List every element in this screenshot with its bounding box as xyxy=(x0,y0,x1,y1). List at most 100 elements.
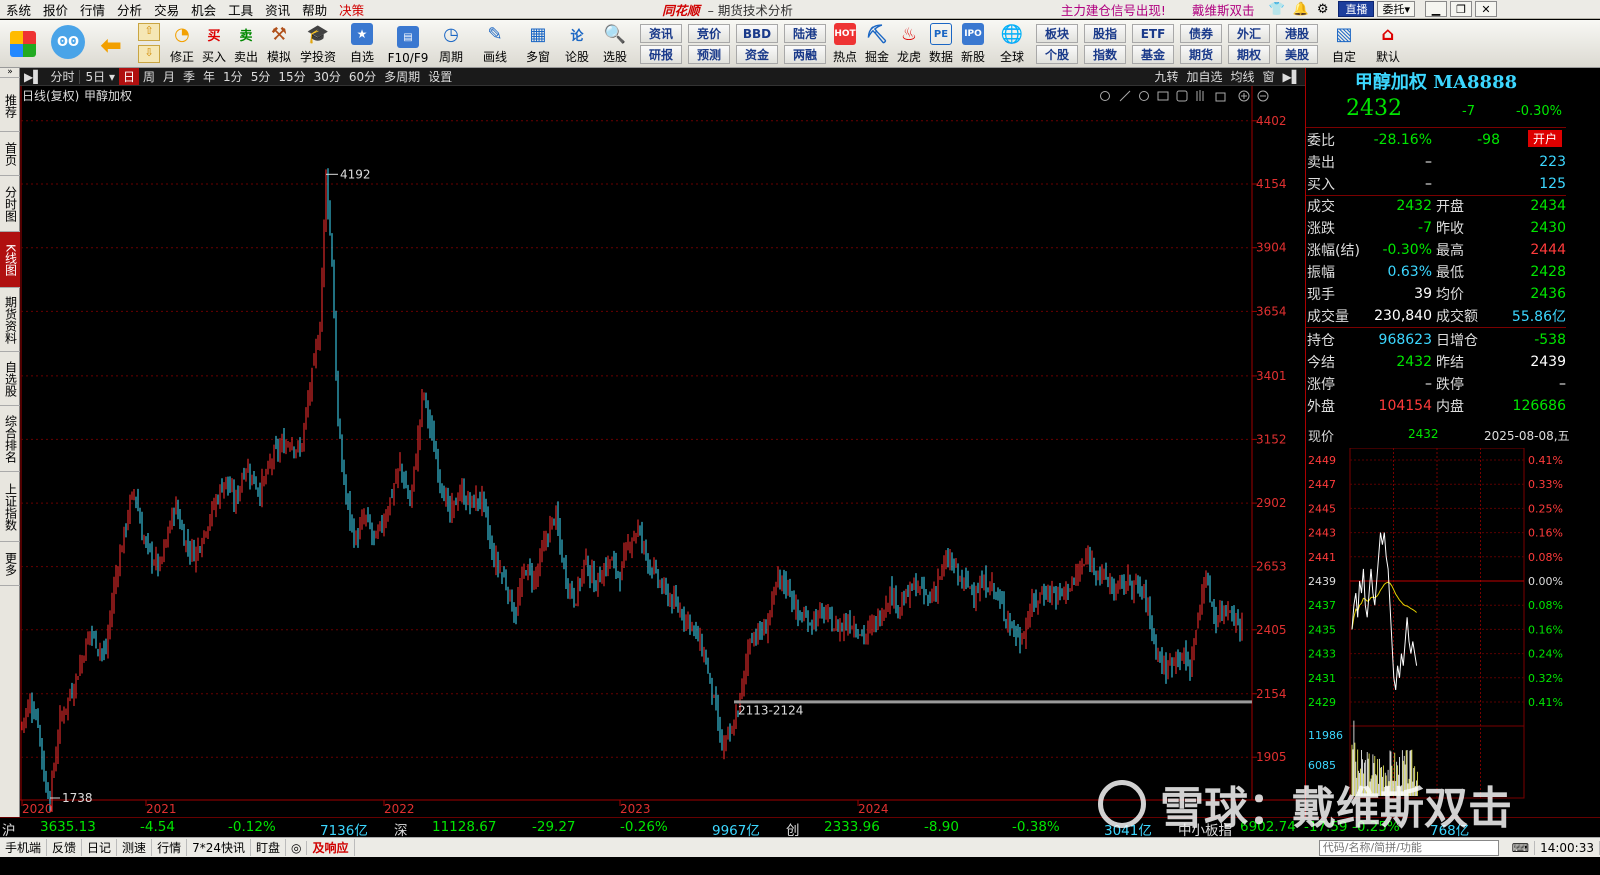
period-day[interactable]: 日 xyxy=(118,68,139,85)
eye-icon[interactable] xyxy=(1139,91,1149,101)
btn-individual[interactable]: 个股 xyxy=(1036,45,1078,64)
period-1min[interactable]: 1分 xyxy=(219,68,247,85)
toolbar-dragon[interactable]: ♨ 龙虎 xyxy=(894,20,924,67)
toolbar-f10[interactable]: ▤ F10/F9 xyxy=(386,20,430,67)
bell-icon[interactable]: 🔔 xyxy=(1293,2,1309,17)
nine-turn-button[interactable]: 九转 xyxy=(1150,68,1182,85)
period-year[interactable]: 年 xyxy=(199,68,219,85)
btn-news[interactable]: 资讯 xyxy=(640,24,682,43)
restore-icon[interactable]: ❐ xyxy=(1450,1,1473,17)
search-input[interactable] xyxy=(1318,839,1499,856)
index-quote[interactable]: 沪 3635.13 -4.54 -0.12% 7136亿 xyxy=(0,819,392,839)
tab-kline[interactable]: K线图 xyxy=(0,232,20,288)
menu-news[interactable]: 资讯 xyxy=(259,0,296,19)
btn-auction[interactable]: 竞价 xyxy=(688,24,730,43)
unlock-icon[interactable] xyxy=(1215,92,1226,102)
task-feedback[interactable]: 反馈 xyxy=(47,839,83,856)
up-down-arrows[interactable]: ⇧ ⇩ xyxy=(138,23,160,63)
btn-options[interactable]: 期权 xyxy=(1228,45,1270,64)
toolbar-fix[interactable]: ◔ 修正 xyxy=(166,20,198,67)
btn-hk-link[interactable]: 陆港 xyxy=(784,24,826,43)
menu-quote[interactable]: 报价 xyxy=(37,0,74,19)
window-button[interactable]: 窗 xyxy=(1259,68,1279,85)
alert-banner[interactable]: 主力建仓信号出现! xyxy=(1061,0,1166,19)
toolbar-hot[interactable]: HOT 热点 xyxy=(830,20,860,67)
arrow-icon[interactable]: ▶▌ xyxy=(20,70,46,84)
menu-tools[interactable]: 工具 xyxy=(222,0,259,19)
task-speedtest[interactable]: 测速 xyxy=(117,839,153,856)
btn-index[interactable]: 指数 xyxy=(1084,45,1126,64)
menu-help[interactable]: 帮助 xyxy=(296,0,333,19)
period-month[interactable]: 月 xyxy=(159,68,179,85)
period-60min[interactable]: 60分 xyxy=(345,68,380,85)
btn-stock-index[interactable]: 股指 xyxy=(1084,24,1126,43)
menu-chance[interactable]: 机会 xyxy=(185,0,222,19)
menu-trade[interactable]: 交易 xyxy=(148,0,185,19)
btn-bbd[interactable]: BBD xyxy=(736,24,778,43)
back-icon[interactable]: ⬅ xyxy=(94,20,128,67)
toolbar-global[interactable]: 🌐 全球 xyxy=(992,20,1032,67)
hand-icon[interactable] xyxy=(1196,90,1204,101)
toolbar-learn[interactable]: 🎓 学投资 xyxy=(298,20,338,67)
toolbar-picker[interactable]: 🔍 选股 xyxy=(596,20,634,67)
btn-bond[interactable]: 债券 xyxy=(1180,24,1222,43)
btn-research[interactable]: 研报 xyxy=(640,45,682,64)
tab-recommend[interactable]: 推荐 xyxy=(0,80,20,132)
task-market[interactable]: 行情 xyxy=(152,839,188,856)
btn-hk-stock[interactable]: 港股 xyxy=(1276,24,1318,43)
task-watch[interactable]: 盯盘 xyxy=(251,839,286,856)
tab-ranking[interactable]: 综合排名 xyxy=(0,406,20,472)
collapse-right-icon[interactable]: ▶▌ xyxy=(1279,70,1305,84)
task-diary[interactable]: 日记 xyxy=(82,839,118,856)
robot-icon[interactable]: ʘʘ xyxy=(48,20,88,67)
task-response[interactable]: 及响应 xyxy=(307,839,355,856)
kline-chart[interactable]: 日线(复权) 甲醇加权 4402 4154 3904 3654 3401 3152 2902… xyxy=(20,86,1305,816)
btn-margin[interactable]: 两融 xyxy=(784,45,826,64)
menu-system[interactable]: 系统 xyxy=(0,0,37,19)
user-name[interactable]: 戴维斯双击 xyxy=(1192,0,1255,19)
btn-fund-flow[interactable]: 资金 xyxy=(736,45,778,64)
toolbar-dig[interactable]: ⛏ 掘金 xyxy=(862,20,892,67)
period-quarter[interactable]: 季 xyxy=(179,68,199,85)
toolbar-custom[interactable]: ▧ 自定 xyxy=(1324,20,1364,67)
toolbar-sell[interactable]: 卖卖出 xyxy=(232,20,260,67)
toolbar-period[interactable]: ◷ 周期 xyxy=(432,20,470,67)
open-account-button[interactable]: 开户 xyxy=(1528,130,1562,147)
toolbar-default[interactable]: ⌂ 默认 xyxy=(1368,20,1408,67)
tab-futures-info[interactable]: 期货资料 xyxy=(0,288,20,352)
shirt-icon[interactable]: 👕 xyxy=(1268,2,1284,17)
task-flash-news[interactable]: 7*24快讯 xyxy=(187,839,251,856)
toolbar-draw[interactable]: ✎ 画线 xyxy=(474,20,516,67)
btn-fund[interactable]: 基金 xyxy=(1132,45,1174,64)
tab-home[interactable]: 首页 xyxy=(0,132,20,176)
collapse-icon[interactable]: » xyxy=(0,67,20,78)
home-icon[interactable] xyxy=(6,20,40,67)
menu-decision[interactable]: 决策 xyxy=(333,0,370,19)
toolbar-ipo[interactable]: IPO 新股 xyxy=(958,20,988,67)
toolbar-buy[interactable]: 买买入 xyxy=(200,20,228,67)
minimize-icon[interactable]: ▁ xyxy=(1425,1,1448,17)
period-timeshare[interactable]: 分时 xyxy=(46,68,78,85)
period-week[interactable]: 周 xyxy=(139,68,159,85)
period-settings[interactable]: 设置 xyxy=(424,68,456,85)
keyboard-icon[interactable]: ⌨ xyxy=(1507,840,1536,855)
settings-icon[interactable] xyxy=(1100,91,1110,101)
pen-tool-icon[interactable] xyxy=(1119,90,1131,102)
live-button[interactable]: 直播 xyxy=(1338,1,1375,17)
btn-etf[interactable]: ETF xyxy=(1132,24,1174,43)
menu-market[interactable]: 行情 xyxy=(74,0,111,19)
toolbar-forum[interactable]: 论论股 xyxy=(562,20,592,67)
period-15min[interactable]: 15分 xyxy=(274,68,309,85)
toolbar-simulate[interactable]: ⚒ 模拟 xyxy=(264,20,294,67)
period-30min[interactable]: 30分 xyxy=(310,68,345,85)
arrow-up-icon[interactable]: ⇧ xyxy=(138,23,160,41)
btn-forecast[interactable]: 预测 xyxy=(688,45,730,64)
intraday-chart[interactable]: 2449 0.41% 2447 0.33% 2445 0.25% 2443 0.16% 2441… xyxy=(1306,448,1566,808)
btn-sector[interactable]: 板块 xyxy=(1036,24,1078,43)
entrust-button[interactable]: 委托 ▾ xyxy=(1377,1,1416,17)
toolbar-multiwindow[interactable]: ▦ 多窗 xyxy=(518,20,558,67)
btn-forex[interactable]: 外汇 xyxy=(1228,24,1270,43)
lock-icon[interactable] xyxy=(1176,90,1188,102)
period-5min[interactable]: 5分 xyxy=(247,68,275,85)
btn-us-stock[interactable]: 美股 xyxy=(1276,45,1318,64)
